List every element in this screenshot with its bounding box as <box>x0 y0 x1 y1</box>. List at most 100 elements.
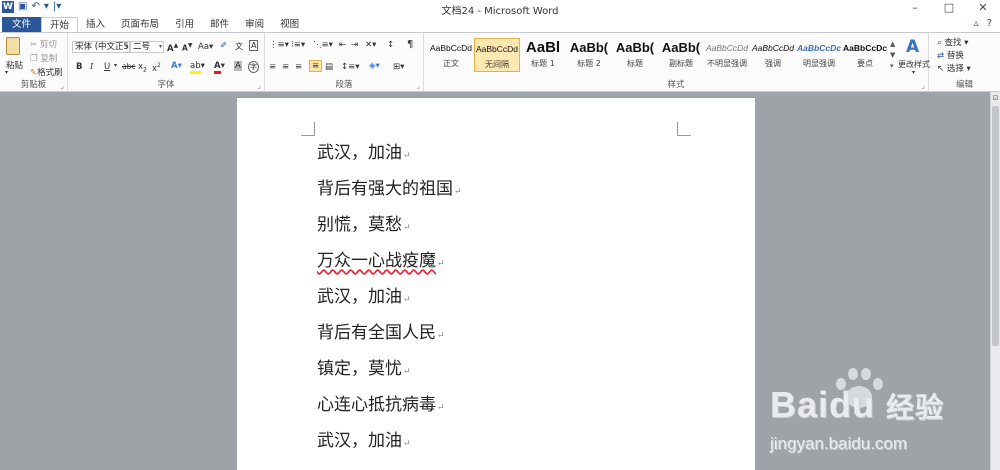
watermark-url: jingyan.baidu.com <box>770 434 908 453</box>
margin-marker-top-right <box>677 122 691 136</box>
window-title: 文档24 - Microsoft Word <box>441 6 559 17</box>
distributed-icon[interactable]: ▤ <box>325 62 333 72</box>
help-icon[interactable]: ? <box>987 18 992 29</box>
strikethrough-button[interactable]: abc <box>122 62 135 71</box>
margin-marker-top-left <box>301 122 315 136</box>
highlight-button[interactable]: ab▾ <box>190 61 205 74</box>
editing-group: ⌕ 查找 ▾ ⇄ 替换 ↖ 选择 ▾ 编辑 <box>929 33 1000 91</box>
cut-button[interactable]: ✂ 剪切 <box>30 38 57 50</box>
multilevel-list-icon[interactable]: ⋱≡▾ <box>313 40 333 50</box>
tab-page-layout[interactable]: 页面布局 <box>113 17 167 32</box>
select-button[interactable]: ↖ 选择 ▾ <box>937 62 971 74</box>
grow-font-button[interactable]: A▲ <box>167 42 178 54</box>
style-subtle-emphasis[interactable]: AaBbCcDd 不明显强调 <box>704 38 750 72</box>
char-shading-icon[interactable]: A <box>234 61 242 71</box>
tab-file[interactable]: 文件 <box>2 17 42 32</box>
superscript-button[interactable]: x2 <box>152 62 161 74</box>
change-styles-icon[interactable]: A <box>906 37 919 57</box>
chinese-layout-icon[interactable]: ✕▾ <box>365 40 376 50</box>
paragraph-mark-icon: ↵ <box>437 331 445 341</box>
font-name-combo[interactable]: 宋体 (中文正5 ▾ <box>72 41 130 53</box>
font-size-combo[interactable]: 二号 ▾ <box>130 41 164 53</box>
tab-view[interactable]: 视图 <box>272 17 307 32</box>
paste-icon[interactable] <box>6 37 20 55</box>
tab-home[interactable]: 开始 <box>41 17 79 32</box>
tab-review[interactable]: 审阅 <box>237 17 272 32</box>
style-title[interactable]: AaBb( 标题 <box>612 38 658 72</box>
style-normal[interactable]: AaBbCcDd 正文 <box>428 38 474 72</box>
paragraph-mark-icon: ↵ <box>454 187 462 197</box>
font-color-button[interactable]: A▾ <box>214 61 225 74</box>
maximize-icon[interactable]: □ <box>932 0 966 16</box>
clipboard-group-label: 剪贴板 <box>20 80 47 90</box>
justify-icon[interactable]: ≡ <box>309 60 323 72</box>
collapse-ribbon-icon[interactable]: ▵ <box>974 18 979 29</box>
decrease-indent-icon[interactable]: ⇤ <box>339 40 346 50</box>
subscript-button[interactable]: x2 <box>138 62 147 74</box>
underline-dropdown-icon[interactable]: ▾ <box>114 62 117 69</box>
borders-icon[interactable]: ⊞▾ <box>393 62 404 72</box>
bullets-icon[interactable]: ⋮≡▾ <box>269 40 289 50</box>
tab-references[interactable]: 引用 <box>167 17 202 32</box>
styles-scroll-icons[interactable]: ▲ ▼ ▾ <box>890 39 895 72</box>
paste-button[interactable]: 粘贴 <box>6 59 23 71</box>
clipboard-group: 粘贴 ▾ ✂ 剪切 ❐ 复制 ✎格式刷 剪贴板 ⌟ <box>0 33 68 91</box>
tab-mailings[interactable]: 邮件 <box>202 17 237 32</box>
change-case-button[interactable]: Aa▾ <box>198 42 213 52</box>
numbering-icon[interactable]: ⁝≡▾ <box>291 40 305 50</box>
line-spacing-icon[interactable]: ↕≡▾ <box>341 62 360 72</box>
style-emphasis[interactable]: AaBbCcDd 强调 <box>750 38 796 72</box>
phonetic-guide-icon[interactable]: 文 <box>235 41 243 52</box>
copy-button[interactable]: ❐ 复制 <box>30 52 57 64</box>
align-left-icon[interactable]: ≡ <box>269 62 276 72</box>
shading-icon[interactable]: ◈▾ <box>369 61 380 71</box>
align-right-icon[interactable]: ≡ <box>295 62 302 72</box>
document-body[interactable]: 武汉，加油↵ 背后有强大的祖国↵ 别慌，莫愁↵ 万众一心战疫魔↵ 武汉，加油↵ … <box>317 142 462 466</box>
clipboard-launcher-icon[interactable]: ⌟ <box>61 82 64 90</box>
align-center-icon[interactable]: ≡ <box>282 62 289 72</box>
style-no-spacing[interactable]: AaBbCcDd 无间隔 <box>474 38 520 72</box>
scrollbar-thumb[interactable] <box>992 106 999 346</box>
find-button[interactable]: ⌕ 查找 ▾ <box>937 36 968 48</box>
format-painter-button[interactable]: ✎格式刷 <box>30 66 63 78</box>
paragraph-mark-icon: ↵ <box>403 439 411 449</box>
ribbon: 粘贴 ▾ ✂ 剪切 ❐ 复制 ✎格式刷 剪贴板 ⌟ 宋体 (中文正5 ▾ 二号 ▾ … <box>0 32 1000 92</box>
document-page[interactable]: 武汉，加油↵ 背后有强大的祖国↵ 别慌，莫愁↵ 万众一心战疫魔↵ 武汉，加油↵ … <box>237 98 755 470</box>
style-intense-emphasis[interactable]: AaBbCcDc 明显强调 <box>796 38 842 72</box>
change-styles-dropdown-icon[interactable]: ▾ <box>912 69 915 76</box>
style-subtitle[interactable]: AaBb( 副标题 <box>658 38 704 72</box>
minimize-icon[interactable]: – <box>898 0 932 16</box>
cursor-icon: ↖ <box>937 64 945 74</box>
highlighter-icon: ab <box>190 61 201 74</box>
enclosed-char-icon[interactable]: 字 <box>248 61 259 73</box>
paragraph-launcher-icon[interactable]: ⌟ <box>417 82 420 90</box>
shrink-font-button[interactable]: A▼ <box>182 42 192 53</box>
italic-button[interactable]: I <box>90 62 93 72</box>
styles-launcher-icon[interactable]: ⌟ <box>922 82 925 90</box>
styles-group: AaBbCcDd 正文 AaBbCcDd 无间隔 AaBl 标题 1 AaBb(… <box>424 33 930 91</box>
style-strong[interactable]: AaBbCcDc 要点 <box>842 38 888 72</box>
clear-format-icon[interactable]: ✐ <box>220 41 227 51</box>
sort-icon[interactable]: ↕ <box>387 40 394 50</box>
replace-button[interactable]: ⇄ 替换 <box>937 49 964 61</box>
paragraph-mark-icon: ↵ <box>403 151 411 161</box>
style-heading-2[interactable]: AaBb( 标题 2 <box>566 38 612 72</box>
search-icon: ⌕ <box>937 38 942 48</box>
ruler-toggle-icon[interactable]: ⊡ <box>991 94 1000 103</box>
chevron-down-icon: ▾ <box>124 43 128 50</box>
close-icon[interactable]: ✕ <box>966 0 1000 16</box>
text-effects-icon[interactable]: A▾ <box>171 61 182 71</box>
bold-button[interactable]: B <box>76 62 82 72</box>
window-controls: – □ ✕ <box>898 0 1000 16</box>
paragraph-mark-icon: ↵ <box>437 403 445 413</box>
font-launcher-icon[interactable]: ⌟ <box>258 82 261 90</box>
style-heading-1[interactable]: AaBl 标题 1 <box>520 38 566 72</box>
char-border-icon[interactable]: A <box>249 40 259 51</box>
show-marks-icon[interactable]: ¶ <box>407 39 413 50</box>
paste-dropdown-icon[interactable]: ▾ <box>5 69 8 76</box>
tab-insert[interactable]: 插入 <box>78 17 113 32</box>
increase-indent-icon[interactable]: ⇥ <box>351 40 358 50</box>
font-group-label: 字体 <box>157 80 175 90</box>
document-line: 镇定，莫忧↵ <box>317 359 411 379</box>
underline-button[interactable]: U <box>104 62 110 72</box>
